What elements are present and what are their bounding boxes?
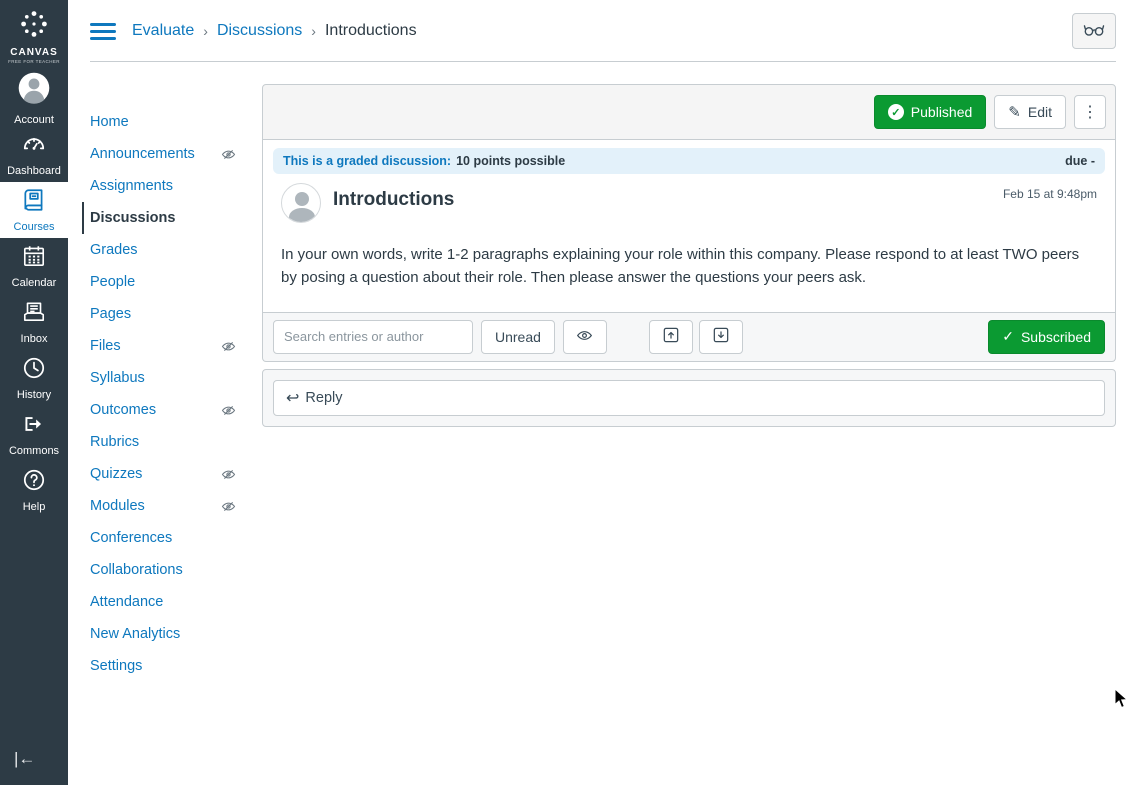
mouse-cursor	[1114, 687, 1130, 715]
breadcrumb: Evaluate › Discussions › Introductions	[132, 22, 417, 40]
global-nav-account[interactable]: Account	[0, 70, 68, 126]
course-nav-item-attendance[interactable]: Attendance	[90, 586, 250, 618]
course-nav-item-pages[interactable]: Pages	[90, 298, 250, 330]
discussion-main: ✓ Published ✎ Edit ⋮ This is a graded di…	[262, 84, 1116, 427]
hidden-eye-icon	[221, 499, 236, 514]
course-nav-item-modules[interactable]: Modules	[90, 490, 250, 522]
global-nav-commons[interactable]: Commons	[0, 406, 68, 462]
breadcrumb-separator-icon: ›	[203, 23, 208, 39]
search-input[interactable]	[273, 319, 473, 354]
breadcrumb-discussions[interactable]: Discussions	[217, 22, 302, 40]
course-nav-item-new-analytics[interactable]: New Analytics	[90, 618, 250, 650]
global-nav-calendar[interactable]: Calendar	[0, 238, 68, 294]
global-nav-dashboard[interactable]: Dashboard	[0, 126, 68, 182]
course-nav-item-syllabus[interactable]: Syllabus	[90, 362, 250, 394]
course-nav-item-conferences[interactable]: Conferences	[90, 522, 250, 554]
canvas-logo-title: CANVAS	[10, 47, 58, 58]
dashboard-gauge-icon	[21, 131, 47, 162]
global-nav-help[interactable]: Help	[0, 462, 68, 518]
collapse-replies-button[interactable]	[648, 319, 693, 354]
discussion-toolbar: Unread	[262, 312, 1116, 362]
glasses-icon	[1083, 23, 1105, 40]
canvas-logo[interactable]: CANVAS FREE FOR TEACHER	[0, 0, 68, 70]
expand-down-icon	[713, 327, 729, 346]
discussion-action-bar: ✓ Published ✎ Edit ⋮	[262, 84, 1116, 140]
course-nav-item-grades[interactable]: Grades	[90, 234, 250, 266]
course-nav-item-home[interactable]: Home	[90, 106, 250, 138]
graded-notice-text: This is a graded discussion:	[283, 154, 452, 168]
graded-discussion-banner: This is a graded discussion: 10 points p…	[273, 148, 1105, 174]
global-nav-history[interactable]: History	[0, 350, 68, 406]
discussion-date: Feb 15 at 9:48pm	[1002, 187, 1097, 201]
course-nav-item-people[interactable]: People	[90, 266, 250, 298]
account-avatar-icon	[16, 70, 52, 111]
course-nav-item-collaborations[interactable]: Collaborations	[90, 554, 250, 586]
discussion-body-text: In your own words, write 1-2 paragraphs …	[281, 246, 1080, 287]
pencil-icon: ✎	[1008, 104, 1021, 121]
inbox-icon	[21, 299, 47, 330]
course-nav-item-discussions[interactable]: Discussions	[82, 202, 250, 234]
eye-icon	[576, 327, 593, 347]
collapse-global-nav-button[interactable]: |←	[0, 735, 68, 785]
due-date-text: due -	[1065, 154, 1095, 168]
author-avatar	[281, 183, 321, 223]
courses-book-icon	[21, 187, 47, 218]
collapse-arrow-icon: |←	[14, 749, 36, 768]
global-nav-sidebar: CANVAS FREE FOR TEACHER Account Dashboar…	[0, 0, 68, 785]
breadcrumb-separator-icon: ›	[311, 23, 316, 39]
collapse-up-icon	[663, 327, 679, 346]
expand-replies-button[interactable]	[698, 319, 743, 354]
hidden-eye-icon	[221, 467, 236, 482]
calendar-icon	[21, 243, 47, 274]
course-nav-item-announcements[interactable]: Announcements	[90, 138, 250, 170]
discussion-title: Introductions	[333, 189, 455, 210]
published-button[interactable]: ✓ Published	[873, 95, 987, 129]
hidden-eye-icon	[221, 147, 236, 162]
more-options-button[interactable]: ⋮	[1074, 95, 1106, 129]
course-nav-item-rubrics[interactable]: Rubrics	[90, 426, 250, 458]
course-nav-item-assignments[interactable]: Assignments	[90, 170, 250, 202]
subscribed-button[interactable]: ✓ Subscribed	[988, 319, 1105, 354]
course-nav-item-outcomes[interactable]: Outcomes	[90, 394, 250, 426]
reply-section: ↩ Reply	[262, 368, 1116, 427]
points-possible-text: 10 points possible	[456, 154, 566, 168]
course-nav-item-settings[interactable]: Settings	[90, 650, 250, 682]
edit-button[interactable]: ✎ Edit	[994, 95, 1066, 129]
canvas-logo-subtitle: FREE FOR TEACHER	[8, 59, 60, 64]
global-nav-courses[interactable]: Courses	[0, 182, 68, 238]
unread-filter-button[interactable]: Unread	[481, 319, 555, 354]
collapse-expand-group	[648, 319, 743, 354]
help-question-icon	[21, 467, 47, 498]
course-nav-item-quizzes[interactable]: Quizzes	[90, 458, 250, 490]
header-divider	[90, 61, 1116, 62]
page-header: Evaluate › Discussions › Introductions	[68, 0, 1138, 62]
course-nav-sidebar: Home Announcements Assignments Discussio…	[82, 84, 250, 682]
kebab-icon: ⋮	[1082, 104, 1098, 121]
reply-arrow-icon: ↩	[286, 389, 300, 407]
hamburger-menu-icon[interactable]	[90, 19, 116, 44]
discussion-title-row: Introductions Feb 15 at 9:48pm	[273, 183, 1105, 223]
commons-share-arrow-icon	[21, 411, 47, 442]
student-view-button[interactable]	[1072, 13, 1116, 49]
subscribed-check-icon: ✓	[1002, 328, 1014, 344]
course-nav-item-files[interactable]: Files	[90, 330, 250, 362]
canvas-discussion-page: CANVAS FREE FOR TEACHER Account Dashboar…	[0, 0, 1138, 785]
history-clock-icon	[21, 355, 47, 386]
published-check-icon: ✓	[887, 104, 904, 120]
canvas-logo-icon	[18, 8, 50, 45]
breadcrumb-course[interactable]: Evaluate	[132, 22, 194, 40]
global-nav-inbox[interactable]: Inbox	[0, 294, 68, 350]
breadcrumb-current-page: Introductions	[324, 22, 417, 39]
hidden-eye-icon	[221, 339, 236, 354]
discussion-card: This is a graded discussion: 10 points p…	[262, 140, 1116, 313]
unread-eye-button[interactable]	[562, 319, 607, 354]
hidden-eye-icon	[221, 403, 236, 418]
reply-button[interactable]: ↩ Reply	[273, 379, 1105, 416]
